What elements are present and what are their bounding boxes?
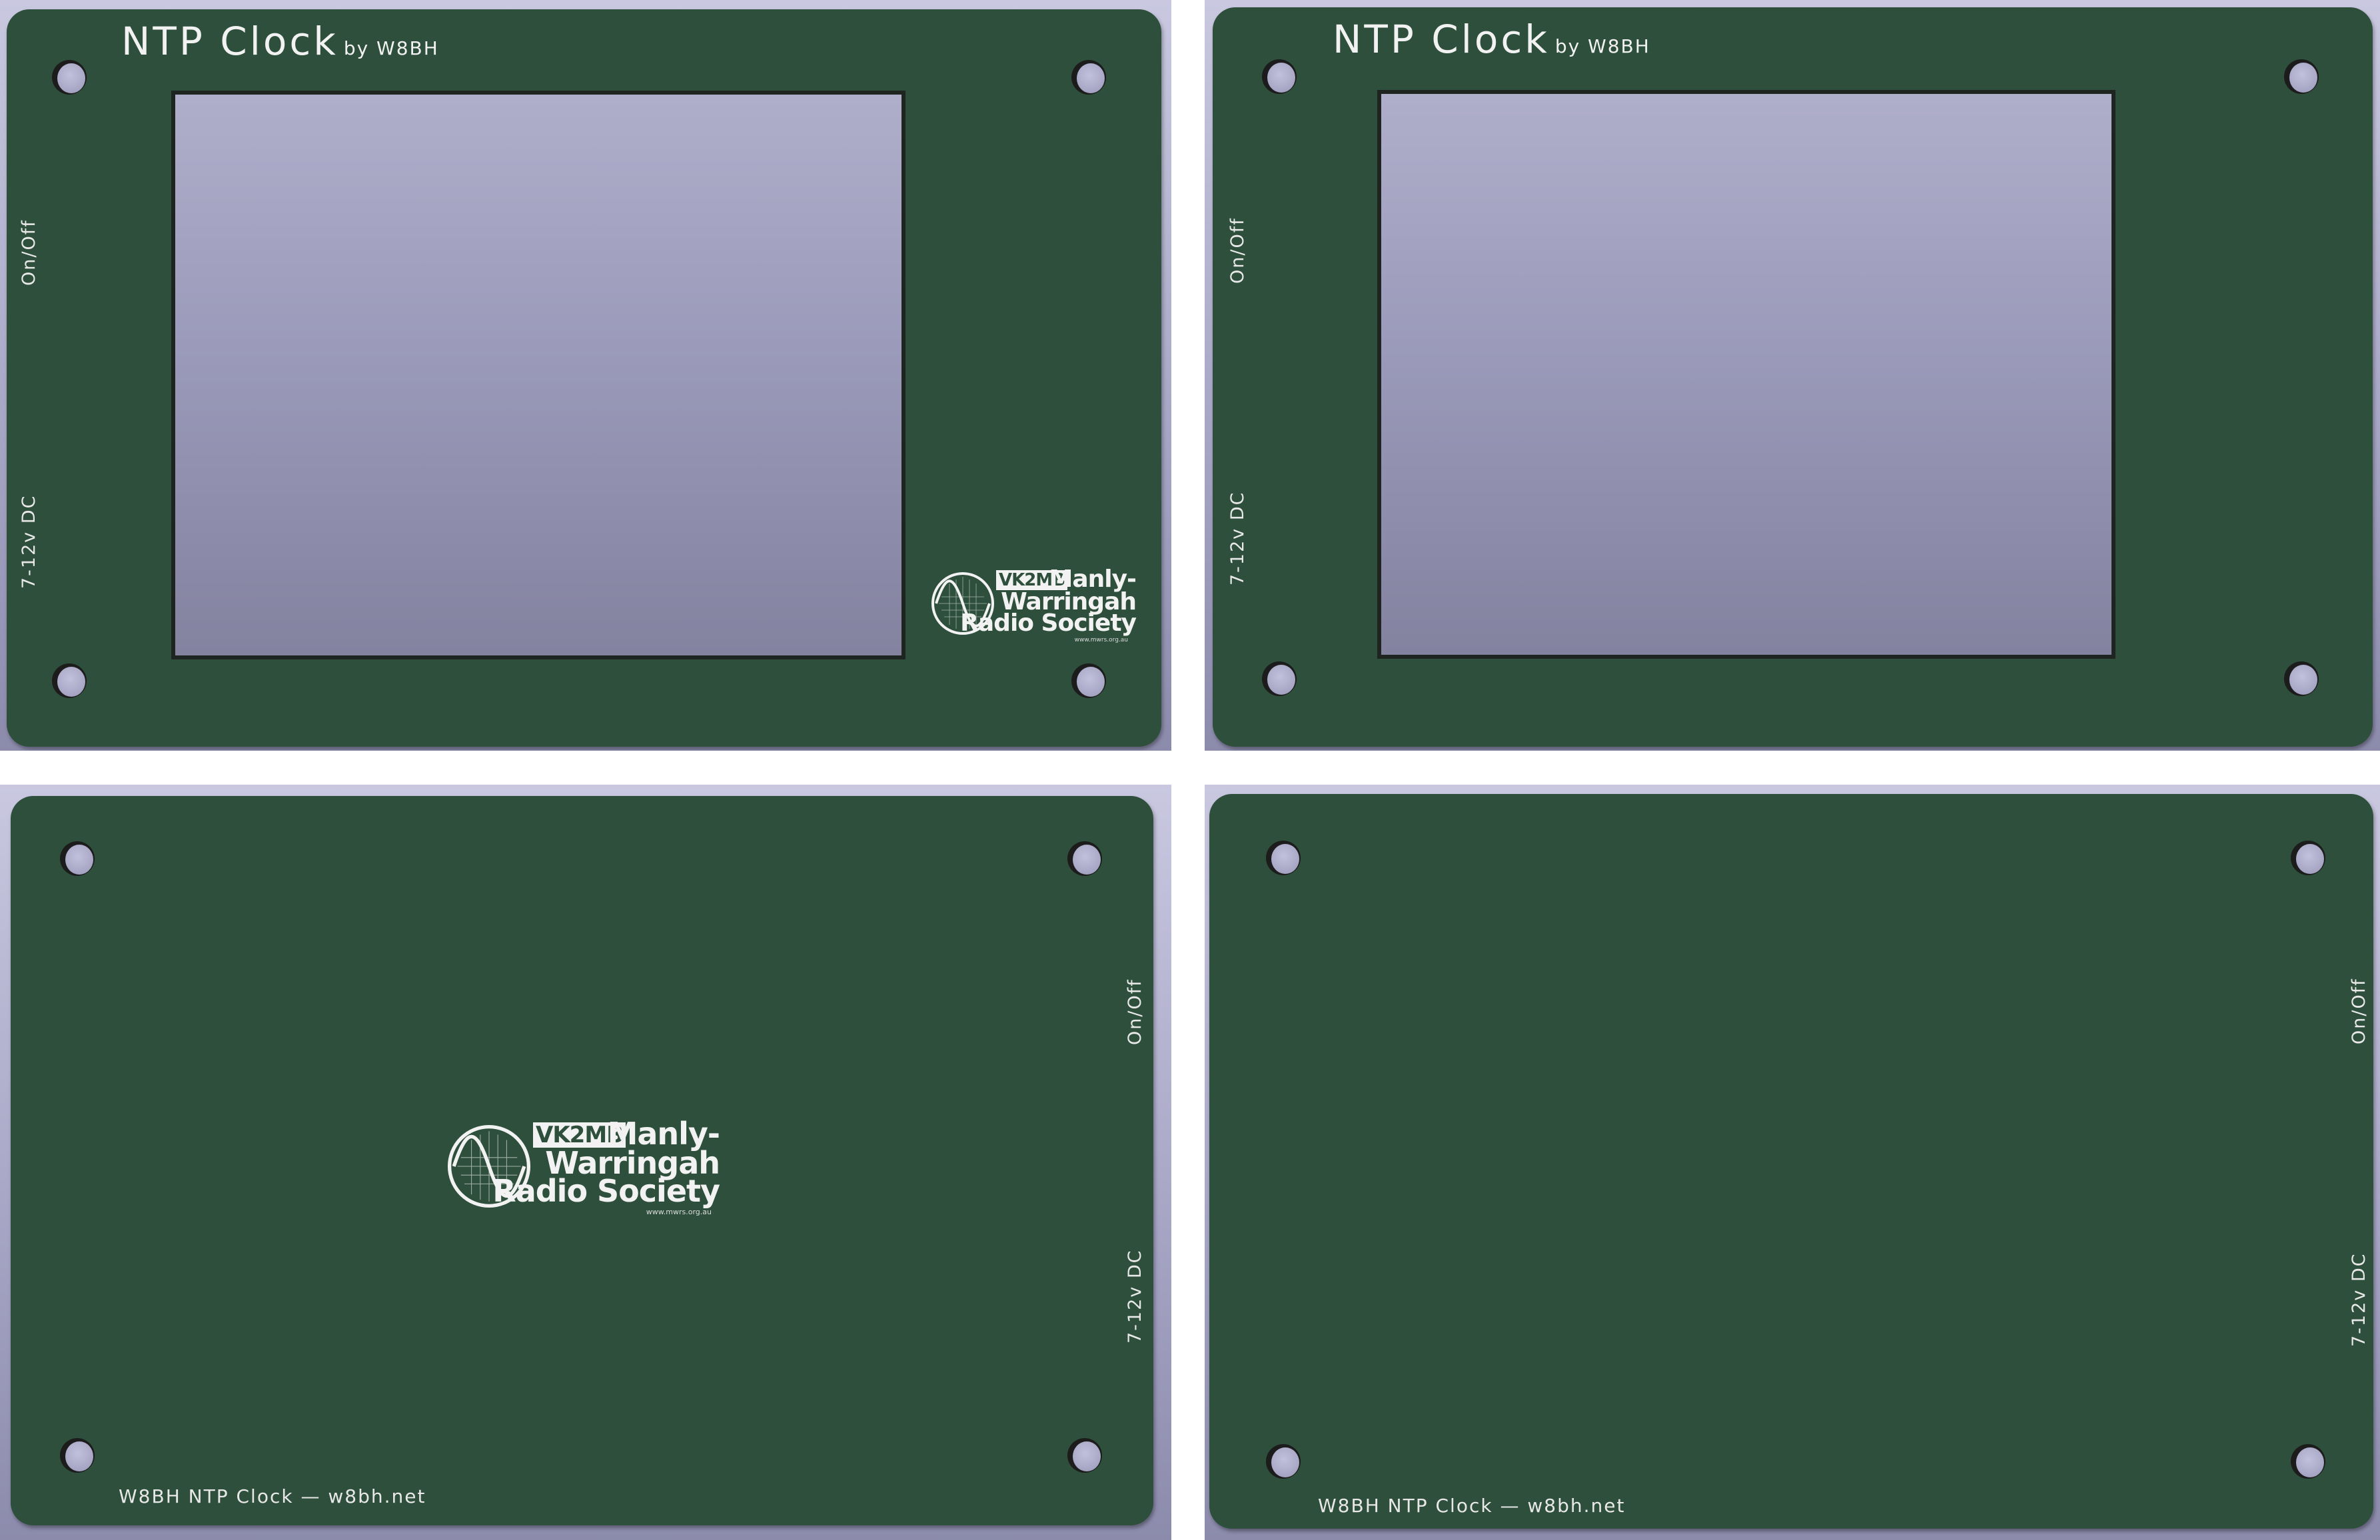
mounting-hole [1067,1438,1102,1473]
mounting-hole [1067,841,1102,876]
mounting-hole [1266,1444,1301,1479]
logo-line-3: Radio Society [492,1173,720,1209]
footer-text: W8BH NTP Clock — w8bh.net [1318,1495,1626,1517]
switch-label: On/Off [1227,217,1248,284]
mounting-hole [2284,661,2319,696]
back-panel-board: On/Off 7-12v DC VK2MB Manly- Warringah R… [11,796,1153,1525]
mounting-hole [2284,59,2319,94]
footer-text: W8BH NTP Clock — w8bh.net [119,1485,426,1507]
club-logo: VK2MB Manly- Warringah Radio Society www… [445,1118,720,1222]
power-label: 7-12v DC [1125,1249,1145,1344]
mounting-hole [2291,841,2325,875]
mounting-hole [60,1438,95,1473]
power-label: 7-12v DC [1227,491,1248,585]
switch-label: On/Off [1125,978,1145,1045]
title-text: NTP Clock [1333,17,1550,62]
power-label: 7-12v DC [2349,1252,2369,1347]
mounting-hole [1071,663,1106,698]
logo-line-3: Radio Society [960,609,1137,637]
front-panel-view-2: NTP Clock by W8BH On/Off 7-12v DC [1205,0,2380,751]
display-window [1377,90,2115,659]
back-panel-view-2: On/Off 7-12v DC W8BH NTP Clock — w8bh.ne… [1205,785,2380,1540]
back-panel-view-1: On/Off 7-12v DC VK2MB Manly- Warringah R… [0,785,1171,1540]
mounting-hole [60,841,95,876]
mounting-hole [52,60,87,95]
front-panel-board: NTP Clock by W8BH On/Off 7-12v DC [1213,7,2373,747]
mounting-hole [52,663,87,698]
logo-url: www.mwrs.org.au [646,1208,712,1216]
switch-label: On/Off [19,219,39,286]
subtitle-text: by W8BH [343,37,439,59]
logo-url: www.mwrs.org.au [1074,637,1128,643]
switch-label: On/Off [2349,978,2369,1044]
club-logo: VK2MB Manly- Warringah Radio Society www… [929,568,1137,650]
mounting-hole [1071,60,1106,95]
front-panel-view-1: NTP Clockby W8BH On/Off 7-12v DC VK2MB [0,0,1171,751]
back-panel-board: On/Off 7-12v DC W8BH NTP Clock — w8bh.ne… [1209,794,2373,1529]
panel-title: NTP Clock by W8BH [121,19,439,64]
display-window [171,91,905,659]
front-panel-board: NTP Clockby W8BH On/Off 7-12v DC VK2MB [7,9,1161,747]
mounting-hole [1262,661,1297,696]
subtitle-text: by W8BH [1554,35,1650,57]
mounting-hole [1266,841,1301,875]
panel-title: NTP Clock by W8BH [1333,17,1650,62]
mounting-hole [1262,59,1297,94]
power-label: 7-12v DC [19,494,39,589]
mounting-hole [2291,1444,2325,1479]
title-text: NTP Clock [121,19,338,64]
